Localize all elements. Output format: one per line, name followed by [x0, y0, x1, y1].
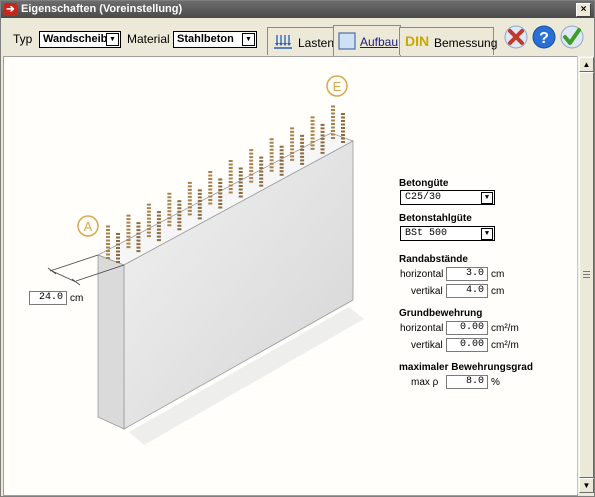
- thickness-field[interactable]: 24.0: [29, 291, 67, 305]
- grund-vertikal-unit: cm²/m: [491, 340, 519, 351]
- thickness-unit: cm: [70, 293, 84, 304]
- chevron-down-icon: ▼: [242, 33, 255, 46]
- max-bewehrungsgrad-title: maximaler Bewehrungsgrad: [399, 362, 533, 373]
- typ-label: Typ: [13, 32, 33, 46]
- betonstahl-select[interactable]: BSt 500 ▼: [400, 226, 495, 241]
- cancel-button[interactable]: [503, 24, 529, 50]
- betonstahl-value: BSt 500: [405, 228, 448, 239]
- tab-bemessung-label: Bemessung: [434, 36, 498, 50]
- typ-select-value: Wandscheibe: [43, 33, 114, 45]
- tab-lasten-label: Lasten: [298, 36, 335, 50]
- rand-horizontal-label: horizontal: [400, 269, 444, 280]
- tab-aufbau-label: Aufbau: [360, 35, 399, 49]
- app-icon: ➔: [4, 3, 17, 16]
- max-rho-field[interactable]: 8.0: [446, 375, 488, 389]
- loads-icon: [274, 35, 292, 49]
- tab-bemessung[interactable]: DIN Bemessung: [399, 27, 498, 55]
- help-icon: ?: [532, 25, 556, 49]
- chevron-down-icon: ▼: [106, 33, 119, 46]
- window-title: Eigenschaften (Voreinstellung): [21, 3, 183, 15]
- ok-button[interactable]: [559, 24, 585, 50]
- ok-icon: [560, 25, 584, 49]
- din-icon: DIN: [405, 33, 430, 49]
- start-marker-label: A: [84, 219, 93, 234]
- material-select-value: Stahlbeton: [177, 33, 234, 45]
- rand-vertikal-unit: cm: [491, 286, 505, 297]
- grund-vertikal-field[interactable]: 0.00: [446, 338, 488, 352]
- grund-horizontal-field[interactable]: 0.00: [446, 321, 488, 335]
- tab-aufbau[interactable]: Aufbau: [333, 25, 401, 56]
- scroll-down-button[interactable]: ▼: [579, 478, 594, 493]
- tab-lasten[interactable]: Lasten: [267, 27, 335, 55]
- toolbar: Typ Wandscheibe ▼ Material Stahlbeton ▼ …: [1, 19, 594, 56]
- betongute-select[interactable]: C25/30 ▼: [400, 190, 495, 205]
- betongute-value: C25/30: [405, 192, 442, 203]
- cancel-icon: [504, 25, 528, 49]
- properties-window: ➔ Eigenschaften (Voreinstellung) × Typ W…: [0, 0, 595, 497]
- randabstaende-title: Randabstände: [399, 254, 468, 265]
- vertical-scrollbar[interactable]: ▲ ▼: [577, 56, 594, 494]
- material-select[interactable]: Stahlbeton ▼: [173, 31, 257, 48]
- svg-text:?: ?: [539, 30, 549, 47]
- scroll-thumb[interactable]: [579, 72, 594, 478]
- chevron-down-icon: ▼: [481, 192, 493, 204]
- grundbewehrung-title: Grundbewehrung: [399, 308, 483, 319]
- scroll-up-button[interactable]: ▲: [579, 57, 594, 72]
- material-label: Material: [127, 32, 170, 46]
- close-button[interactable]: ×: [576, 3, 591, 17]
- rand-vertikal-field[interactable]: 4.0: [446, 284, 488, 298]
- end-marker-label: E: [333, 79, 342, 94]
- max-rho-unit: %: [491, 377, 500, 388]
- drawing-area: A E 24.0 cm Betongüte C25/30 ▼ Betonstah…: [3, 56, 578, 496]
- betongute-label: Betongüte: [399, 178, 449, 189]
- help-button[interactable]: ?: [531, 24, 557, 50]
- rand-vertikal-label: vertikal: [411, 286, 443, 297]
- rand-horizontal-unit: cm: [491, 269, 505, 280]
- chevron-down-icon: ▼: [481, 228, 493, 240]
- betonstahl-label: Betonstahlgüte: [399, 213, 472, 224]
- grund-vertikal-label: vertikal: [411, 340, 443, 351]
- typ-select[interactable]: Wandscheibe ▼: [39, 31, 121, 48]
- rand-horizontal-field[interactable]: 3.0: [446, 267, 488, 281]
- grund-horizontal-label: horizontal: [400, 323, 444, 334]
- structure-icon: [338, 32, 356, 50]
- max-rho-label: max ρ: [411, 377, 439, 388]
- title-bar: ➔ Eigenschaften (Voreinstellung) ×: [1, 1, 594, 18]
- grund-horizontal-unit: cm²/m: [491, 323, 519, 334]
